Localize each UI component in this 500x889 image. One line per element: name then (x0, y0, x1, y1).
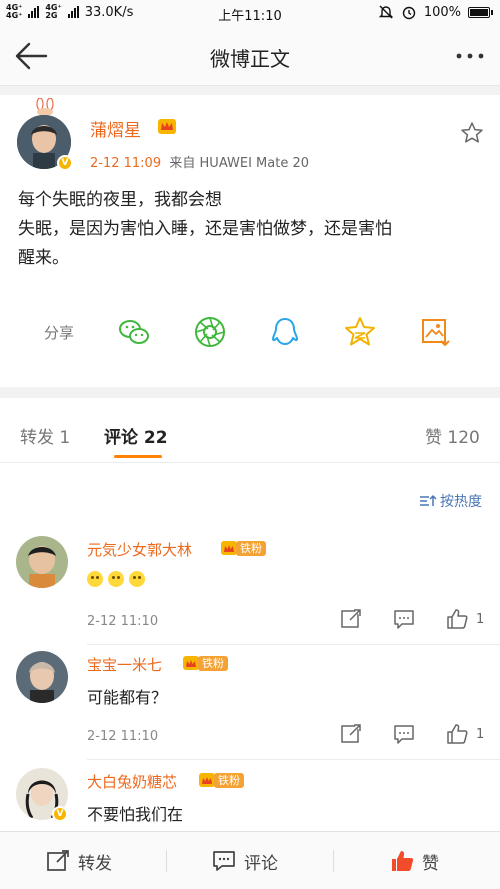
emoji-icon (87, 570, 103, 587)
more-dots-icon[interactable] (454, 46, 486, 66)
comment-text (87, 568, 150, 587)
comment-bubble-icon (213, 851, 235, 871)
comment-bubble-icon[interactable] (393, 723, 415, 745)
commenter-name[interactable]: 元気少女郭大林 (87, 539, 192, 560)
post-text-line: 每个失眠的夜里，我都会想 (18, 190, 222, 210)
emoji-icon (129, 570, 145, 587)
fan-badge: 铁粉 (198, 771, 244, 789)
comment-list: 按热度 元気少女郭大林 铁粉 2-12 11:10 1 宝宝一米七 铁粉 可能都… (0, 463, 500, 831)
divider (333, 850, 334, 872)
battery-percent: 100% (423, 4, 461, 20)
post-source: HUAWEI Mate 20 (199, 156, 309, 171)
repost-icon[interactable] (340, 723, 362, 745)
save-image-icon[interactable] (418, 315, 452, 349)
verified-badge-icon: V (52, 806, 68, 822)
active-tab-indicator (114, 455, 162, 458)
fan-badge: 铁粉 (220, 539, 266, 557)
post-text: 每个失眠的夜里，我都会想 失眠，是因为害怕入睡，还是害怕做梦，还是害怕 醒来。 (18, 186, 484, 273)
repost-button[interactable]: 转发 (46, 832, 112, 889)
post-meta: 2-12 11:09 来自 HUAWEI Mate 20 (90, 152, 309, 171)
alarm-icon (402, 6, 416, 20)
thumbs-up-icon[interactable] (446, 608, 468, 630)
fan-badge: 铁粉 (182, 654, 228, 672)
thumbs-up-icon[interactable] (446, 723, 468, 745)
share-label: 分享 (44, 324, 75, 342)
tab-comments[interactable]: 评论 22 (104, 423, 168, 448)
sort-icon (420, 494, 437, 506)
like-button[interactable]: 赞 (390, 832, 439, 889)
tab-repost[interactable]: 转发 1 (20, 423, 70, 448)
fan-badge-label: 铁粉 (236, 540, 266, 556)
repost-icon (47, 850, 69, 871)
fan-badge-label: 铁粉 (214, 772, 244, 788)
comment-bubble-icon[interactable] (393, 608, 415, 630)
status-right: 100% (378, 4, 493, 20)
commenter-avatar[interactable] (16, 536, 68, 588)
qzone-star-icon[interactable] (343, 315, 377, 349)
source-prefix: 来自 (169, 156, 196, 171)
emoji-icon (108, 570, 124, 587)
repost-icon[interactable] (340, 608, 362, 630)
comment-text: 可能都有？ (87, 688, 168, 707)
tab-likes[interactable]: 赞 120 (425, 423, 480, 448)
wechat-icon[interactable] (117, 315, 151, 349)
fan-badge-label: 铁粉 (198, 655, 228, 671)
mute-bell-icon (378, 5, 394, 19)
share-row: 分享 (0, 313, 500, 353)
favorite-star-icon[interactable] (460, 121, 484, 145)
comment-text: 不要怕我们在 (87, 805, 184, 824)
vip-crown-icon (158, 119, 176, 134)
battery-icon (468, 6, 493, 18)
moments-aperture-icon[interactable] (193, 315, 227, 349)
comment-button[interactable]: 评论 (212, 832, 278, 889)
rabbit-decoration-icon (36, 98, 54, 116)
commenter-name[interactable]: 宝宝一米七 (87, 654, 162, 675)
divider (87, 759, 500, 760)
like-count: 1 (476, 727, 485, 742)
nav-bar: 微博正文 (0, 26, 500, 86)
like-label: 赞 (422, 853, 439, 874)
repost-label: 转发 (78, 853, 112, 874)
verified-badge-icon: V (57, 155, 73, 171)
sort-label: 按热度 (440, 494, 482, 510)
thumbs-up-icon (392, 851, 414, 871)
commenter-name[interactable]: 大白兔奶糖芯 (87, 771, 177, 792)
post-time: 2-12 11:09 (90, 156, 162, 171)
post-card: V 蒲熠星 2-12 11:09 来自 HUAWEI Mate 20 每个失眠的… (0, 95, 500, 387)
sort-by-hot-button[interactable]: 按热度 (419, 491, 482, 511)
post-text-line: 醒来。 (18, 248, 69, 268)
detail-tabs: 转发 1 评论 22 赞 120 (0, 398, 500, 463)
comment-label: 评论 (244, 853, 278, 874)
comment-time: 2-12 11:10 (87, 729, 159, 744)
bottom-action-bar: 转发 评论 赞 (0, 831, 500, 889)
post-text-line: 失眠，是因为害怕入睡，还是害怕做梦，还是害怕 (18, 219, 392, 239)
status-bar: 4G⁺ 4G⁺ 4G⁺ 2G 33.0K/s 上午11:10 100% (0, 0, 500, 26)
comment-time: 2-12 11:10 (87, 614, 159, 629)
like-count: 1 (476, 612, 485, 627)
commenter-avatar[interactable] (16, 651, 68, 703)
divider (87, 644, 500, 645)
comment-actions: 1 (340, 608, 490, 632)
qq-penguin-icon[interactable] (268, 315, 302, 349)
author-name[interactable]: 蒲熠星 (90, 116, 141, 141)
comment-actions: 1 (340, 723, 490, 747)
divider (166, 850, 167, 872)
page-title: 微博正文 (210, 47, 290, 71)
